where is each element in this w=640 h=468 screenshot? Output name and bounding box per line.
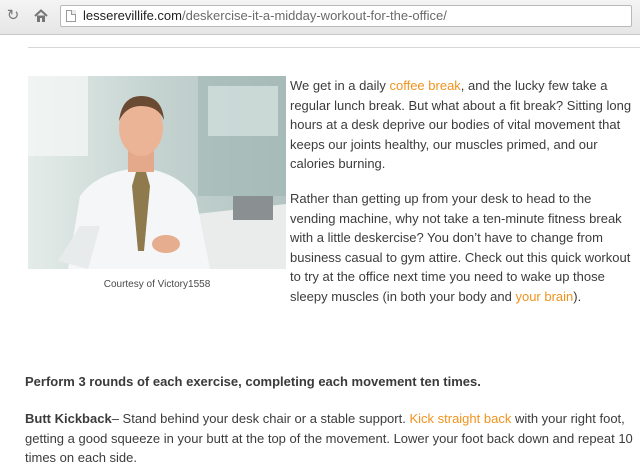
- coffee-break-link[interactable]: coffee break: [389, 78, 460, 93]
- exercise-name: Butt Kickback: [25, 411, 112, 426]
- your-brain-link[interactable]: your brain: [515, 289, 573, 304]
- exercise-paragraph: Butt Kickback– Stand behind your desk ch…: [25, 411, 633, 465]
- address-bar[interactable]: lesserevillife.com/deskercise-it-a-midda…: [60, 5, 632, 27]
- url-text: lesserevillife.com/deskercise-it-a-midda…: [83, 8, 447, 23]
- article-photo: [28, 76, 286, 269]
- photo-caption: Courtesy of Victory1558: [103, 279, 211, 290]
- browser-toolbar: ↻ lesserevillife.com/deskercise-it-a-mid…: [0, 0, 640, 35]
- kick-straight-back-link[interactable]: Kick straight back: [409, 411, 511, 426]
- divider: [28, 47, 640, 48]
- intro-paragraph-1: We get in a daily coffee break, and the …: [290, 78, 632, 171]
- reload-icon[interactable]: ↻: [4, 7, 22, 25]
- page-icon: [66, 10, 76, 22]
- instructions-heading: Perform 3 rounds of each exercise, compl…: [25, 374, 481, 389]
- intro-paragraph-2: Rather than getting up from your desk to…: [290, 191, 631, 304]
- home-icon[interactable]: [32, 7, 50, 25]
